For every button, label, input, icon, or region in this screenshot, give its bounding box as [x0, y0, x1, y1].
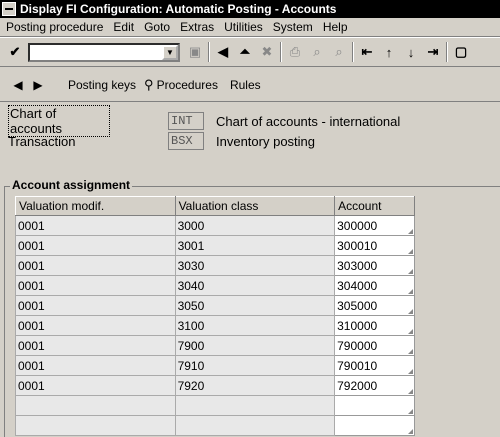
valuation-class-cell: 3030: [174, 255, 336, 276]
table-row[interactable]: [15, 395, 415, 416]
menu-extras[interactable]: Extras: [175, 20, 219, 34]
procedures-icon: ⚲: [144, 76, 154, 92]
valuation-class-cell: 3001: [174, 235, 336, 256]
valuation-modif-cell: 0001: [15, 295, 176, 316]
standard-toolbar: ✔ ▼ ▣ ◀ ⏶ ✖ ⎙ ⌕ ⌕ ⇤ ↑ ↓ ⇥ ▢: [0, 37, 500, 67]
valuation-class-cell: 3040: [174, 275, 336, 296]
exit-icon[interactable]: ⏶: [236, 43, 254, 61]
find-next-icon[interactable]: ⌕: [330, 43, 348, 61]
header-account[interactable]: Account: [334, 196, 415, 216]
posting-keys-button[interactable]: Posting keys: [68, 78, 136, 92]
system-menu-icon[interactable]: [2, 2, 16, 16]
account-assignment-title: Account assignment: [10, 178, 133, 192]
table-row[interactable]: 0001 3030 303000: [15, 255, 415, 276]
valuation-modif-cell: 0001: [15, 275, 176, 296]
menu-help[interactable]: Help: [318, 20, 353, 34]
valuation-modif-cell: 0001: [15, 315, 176, 336]
posting-keys-label: Posting keys: [68, 77, 137, 92]
valuation-class-cell: 7910: [174, 355, 336, 376]
table-row[interactable]: [15, 415, 415, 436]
account-cell[interactable]: 304000: [334, 275, 415, 296]
table-row[interactable]: 0001 3001 300010: [15, 235, 415, 256]
account-cell[interactable]: 300000: [334, 215, 415, 236]
valuation-modif-cell: 0001: [15, 235, 176, 256]
print-icon[interactable]: ⎙: [286, 43, 304, 61]
procedures-label: Procedures: [156, 77, 218, 92]
valuation-class-cell: [174, 415, 336, 436]
table-row[interactable]: 0001 7900 790000: [15, 335, 415, 356]
create-session-icon[interactable]: ▢: [452, 43, 470, 61]
enter-icon[interactable]: ✔: [6, 43, 24, 61]
previous-icon[interactable]: ◀: [8, 78, 28, 92]
account-cell[interactable]: 300010: [334, 235, 415, 256]
header-valuation-modif[interactable]: Valuation modif.: [15, 196, 176, 216]
valuation-modif-cell: [15, 415, 176, 436]
command-input[interactable]: [30, 45, 160, 60]
back-icon[interactable]: ◀: [214, 43, 232, 61]
account-cell[interactable]: [334, 415, 415, 436]
table-row[interactable]: 0001 3040 304000: [15, 275, 415, 296]
valuation-class-cell: [174, 395, 336, 416]
application-toolbar: ◀ ▶ Posting keys ⚲ Procedures Rules: [0, 68, 500, 102]
account-cell[interactable]: 310000: [334, 315, 415, 336]
table-row[interactable]: 0001 7910 790010: [15, 355, 415, 376]
account-cell[interactable]: 790010: [334, 355, 415, 376]
chart-of-accounts-field: INT: [168, 112, 204, 130]
table-row[interactable]: 0001 3050 305000: [15, 295, 415, 316]
valuation-modif-cell: [15, 395, 176, 416]
rules-button[interactable]: Rules: [230, 78, 261, 92]
valuation-class-cell: 3000: [174, 215, 336, 236]
account-cell[interactable]: [334, 395, 415, 416]
account-assignment-table: Valuation modif. Valuation class Account…: [15, 196, 415, 436]
account-cell[interactable]: 303000: [334, 255, 415, 276]
transaction-desc: Inventory posting: [216, 133, 316, 149]
header-valuation-class[interactable]: Valuation class: [174, 196, 336, 216]
chart-of-accounts-row: Chart of accounts INT Chart of accounts …: [8, 105, 401, 137]
save-icon[interactable]: ▣: [186, 43, 204, 61]
transaction-label: Transaction: [8, 133, 76, 149]
procedures-button[interactable]: ⚲ Procedures: [144, 77, 218, 93]
transaction-field: BSX: [168, 132, 204, 150]
valuation-class-cell: 3050: [174, 295, 336, 316]
previous-page-icon[interactable]: ↑: [380, 43, 398, 61]
menu-posting-procedure[interactable]: Posting procedure: [0, 20, 108, 34]
valuation-modif-cell: 0001: [15, 215, 176, 236]
account-cell[interactable]: 792000: [334, 375, 415, 396]
chart-of-accounts-desc: Chart of accounts - international: [216, 113, 401, 129]
valuation-class-cell: 7920: [174, 375, 336, 396]
command-field[interactable]: ▼: [28, 42, 180, 62]
valuation-class-cell: 7900: [174, 335, 336, 356]
table-row[interactable]: 0001 3000 300000: [15, 215, 415, 236]
next-page-icon[interactable]: ↓: [402, 43, 420, 61]
menu-system[interactable]: System: [268, 20, 318, 34]
menu-bar: Posting procedure Edit Goto Extras Utili…: [0, 18, 500, 37]
find-icon[interactable]: ⌕: [308, 43, 326, 61]
valuation-class-cell: 3100: [174, 315, 336, 336]
rules-label: Rules: [229, 77, 261, 92]
menu-edit[interactable]: Edit: [108, 20, 139, 34]
transaction-row: Transaction BSX Inventory posting: [8, 131, 315, 151]
valuation-modif-cell: 0001: [15, 335, 176, 356]
last-page-icon[interactable]: ⇥: [424, 43, 442, 61]
table-row[interactable]: 0001 3100 310000: [15, 315, 415, 336]
menu-goto[interactable]: Goto: [139, 20, 175, 34]
account-cell[interactable]: 790000: [334, 335, 415, 356]
cancel-icon[interactable]: ✖: [258, 43, 276, 61]
next-icon[interactable]: ▶: [28, 78, 48, 92]
window-title: Display FI Configuration: Automatic Post…: [20, 2, 337, 16]
menu-utilities[interactable]: Utilities: [219, 20, 268, 34]
valuation-modif-cell: 0001: [15, 355, 176, 376]
table-row[interactable]: 0001 7920 792000: [15, 375, 415, 396]
valuation-modif-cell: 0001: [15, 375, 176, 396]
title-bar: Display FI Configuration: Automatic Post…: [0, 0, 500, 18]
account-cell[interactable]: 305000: [334, 295, 415, 316]
command-dropdown-icon[interactable]: ▼: [162, 44, 178, 60]
valuation-modif-cell: 0001: [15, 255, 176, 276]
first-page-icon[interactable]: ⇤: [358, 43, 376, 61]
